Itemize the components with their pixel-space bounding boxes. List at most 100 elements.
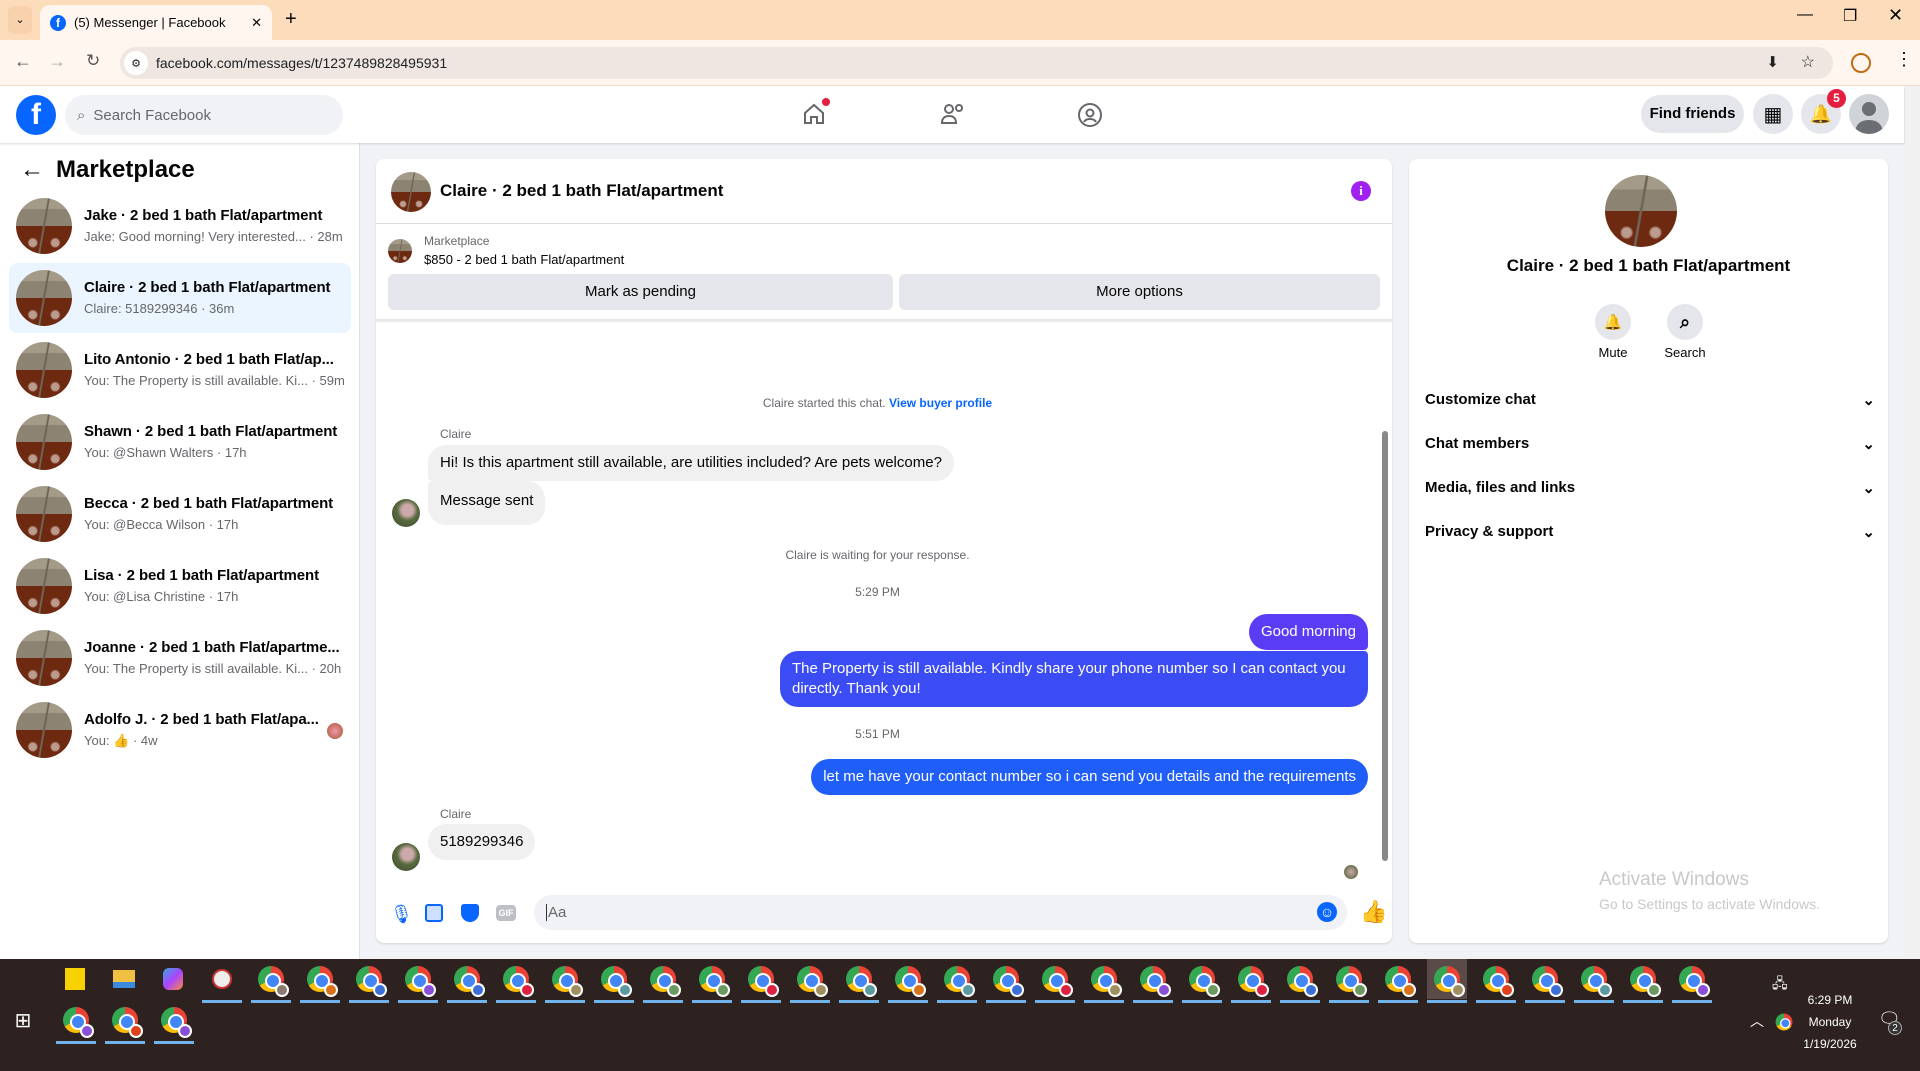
more-options-button[interactable]: More options [899,274,1380,310]
home-nav-button[interactable] [802,98,830,131]
forward-button[interactable]: → [48,51,66,72]
snipping-tool-app[interactable] [202,959,242,1003]
chat-title[interactable]: Claire · 2 bed 1 bath Flat/apartment [440,181,723,201]
chrome-taskbar-app[interactable] [545,959,585,1003]
listing-thumbnail[interactable] [388,239,412,263]
conversation-item[interactable]: Shawn · 2 bed 1 bath Flat/apartment You:… [9,407,351,477]
chrome-taskbar-app[interactable] [839,959,879,1003]
conversation-item[interactable]: Lisa · 2 bed 1 bath Flat/apartment You: … [9,551,351,621]
outgoing-message[interactable]: let me have your contact number so i can… [811,759,1368,795]
minimize-button[interactable]: — [1797,6,1813,24]
message-input[interactable]: Aa ☺ [534,895,1347,930]
chrome-taskbar-app[interactable] [790,959,830,1003]
close-window-button[interactable]: ✕ [1888,5,1903,26]
chrome-taskbar-app[interactable] [1623,959,1663,1003]
info-icon[interactable]: i [1351,181,1371,201]
voice-clip-icon[interactable]: 🎙 [390,904,413,925]
sticker-icon[interactable] [461,904,479,922]
conversation-item[interactable]: Adolfo J. · 2 bed 1 bath Flat/apa... You… [9,695,351,765]
site-settings-icon[interactable]: ⚙ [124,51,148,75]
privacy-support-section[interactable]: Privacy & support ⌄ [1425,523,1875,541]
copilot-app[interactable] [153,959,193,999]
media-files-links-section[interactable]: Media, files and links ⌄ [1425,479,1875,497]
chrome-taskbar-app[interactable] [1231,959,1271,1003]
restore-button[interactable]: ❐ [1843,6,1857,26]
chrome-taskbar-app[interactable] [1672,959,1712,1003]
chrome-taskbar-app[interactable] [447,959,487,1003]
chrome-taskbar-app[interactable] [937,959,977,1003]
chrome-taskbar-app[interactable] [1427,959,1467,1003]
bookmark-star-icon[interactable]: ☆ [1801,52,1815,72]
chrome-taskbar-app[interactable] [1574,959,1614,1003]
emoji-icon[interactable]: ☺ [1317,902,1337,922]
conversation-item[interactable]: Jake · 2 bed 1 bath Flat/apartment Jake:… [9,191,351,261]
chrome-taskbar-app[interactable] [1329,959,1369,1003]
conversation-item[interactable]: Lito Antonio · 2 bed 1 bath Flat/ap... Y… [9,335,351,405]
show-hidden-icons-chevron[interactable]: ︿ [1750,1011,1764,1031]
chrome-taskbar-app[interactable] [594,959,634,1003]
chrome-taskbar-app[interactable] [643,959,683,1003]
chrome-taskbar-app[interactable] [888,959,928,1003]
friends-nav-button[interactable] [940,102,966,131]
chrome-taskbar-app[interactable] [986,959,1026,1003]
chrome-taskbar-app[interactable] [154,1000,194,1044]
account-avatar[interactable] [1849,94,1889,134]
chat-avatar[interactable] [391,172,431,212]
search-in-chat-button[interactable]: ⌕ [1667,304,1703,340]
claire-avatar[interactable] [392,843,420,871]
thread-scrollbar[interactable] [1379,321,1389,881]
mute-button[interactable]: 🔔 [1595,304,1631,340]
close-tab-icon[interactable]: ✕ [251,15,262,31]
chrome-taskbar-app[interactable] [1525,959,1565,1003]
outgoing-message[interactable]: Good morning [1248,614,1368,650]
menu-grid-button[interactable]: ▦ [1753,94,1793,134]
incoming-message[interactable]: Hi! Is this apartment still available, a… [428,445,954,481]
browser-menu-icon[interactable]: ⋮ [1895,49,1913,70]
chrome-taskbar-app[interactable] [1133,959,1173,1003]
customize-chat-section[interactable]: Customize chat ⌄ [1425,391,1875,409]
back-arrow-icon[interactable]: ← [20,156,44,184]
chrome-taskbar-app[interactable] [1378,959,1418,1003]
chrome-taskbar-app[interactable] [1035,959,1075,1003]
install-app-icon[interactable]: ⬇ [1766,53,1779,71]
mark-as-pending-button[interactable]: Mark as pending [388,274,893,310]
conversation-item[interactable]: Joanne · 2 bed 1 bath Flat/apartme... Yo… [9,623,351,693]
chrome-taskbar-app[interactable] [1182,959,1222,1003]
info-avatar[interactable] [1605,175,1677,247]
file-explorer-app[interactable] [104,959,144,999]
incoming-message[interactable]: 5189299346 [428,824,536,860]
sticky-notes-app[interactable] [55,959,95,999]
back-button[interactable]: ← [14,51,32,72]
reload-button[interactable]: ↻ [86,51,100,71]
claire-avatar[interactable] [392,499,420,527]
photo-icon[interactable] [425,904,443,922]
outgoing-message[interactable]: The Property is still available. Kindly … [780,651,1368,707]
groups-nav-button[interactable] [1077,102,1103,133]
find-friends-button[interactable]: Find friends [1641,95,1744,133]
start-button[interactable]: ⊞ [3,1000,43,1040]
chrome-taskbar-app[interactable] [251,959,291,1003]
scrollbar-thumb[interactable] [1382,431,1388,861]
chrome-taskbar-app[interactable] [692,959,732,1003]
gif-icon[interactable]: GIF [496,905,516,921]
conversation-item[interactable]: Becca · 2 bed 1 bath Flat/apartment You:… [9,479,351,549]
chrome-taskbar-app[interactable] [1084,959,1124,1003]
conversation-item[interactable]: Claire · 2 bed 1 bath Flat/apartment Cla… [9,263,351,333]
chrome-taskbar-app[interactable] [398,959,438,1003]
search-input[interactable]: ⌕ Search Facebook [65,95,343,135]
page-scrollbar[interactable] [1904,86,1920,959]
url-bar[interactable]: ⚙ facebook.com/messages/t/12374898284959… [120,47,1833,79]
chrome-taskbar-app[interactable] [1476,959,1516,1003]
browser-tab[interactable]: f (5) Messenger | Facebook ✕ [40,5,272,40]
tab-search-button[interactable]: ⌄ [8,6,32,34]
chrome-taskbar-app[interactable] [349,959,389,1003]
network-icon[interactable]: 🖧 [1772,973,1788,997]
new-tab-button[interactable]: + [285,8,297,31]
view-buyer-profile-link[interactable]: View buyer profile [889,396,992,410]
like-button-icon[interactable]: 👍 [1360,899,1387,925]
profile-icon[interactable] [1851,53,1871,73]
incoming-message[interactable]: Message sent [428,481,546,525]
chrome-taskbar-app[interactable] [56,1000,96,1044]
chrome-taskbar-app[interactable] [105,1000,145,1044]
clock[interactable]: 6:29 PM Monday 1/19/2026 [1790,989,1870,1055]
